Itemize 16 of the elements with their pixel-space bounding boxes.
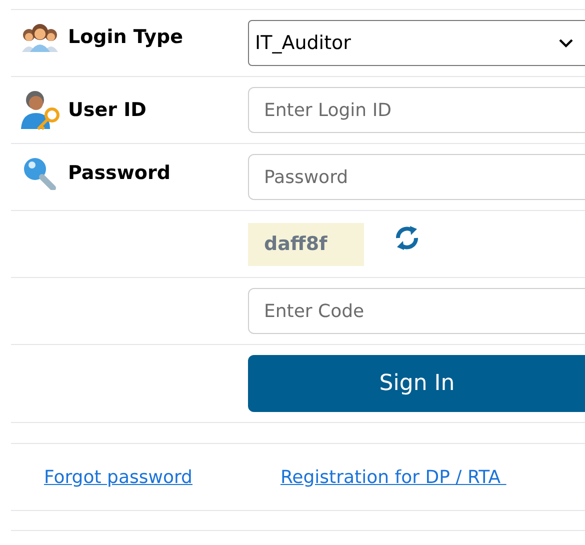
chevron-down-icon [559, 38, 573, 48]
field-label: Login Type [68, 24, 183, 50]
sign-in-button[interactable]: Sign In [248, 355, 585, 412]
field-label: User ID [68, 98, 146, 123]
login-type-select[interactable]: IT_Auditor [248, 20, 585, 66]
input-field[interactable]: Enter Login ID [248, 87, 585, 133]
refresh-icon[interactable] [394, 225, 420, 251]
user-key-icon [20, 89, 60, 131]
link[interactable]: Registration for DP / RTA [280, 464, 506, 490]
captcha-image: daff8f [248, 222, 364, 266]
field-label: Password [68, 160, 170, 186]
input-field[interactable]: Enter Code [248, 288, 585, 334]
key-icon [22, 156, 58, 190]
people-icon [20, 22, 60, 52]
link[interactable]: Forgot password [44, 464, 192, 490]
input-field[interactable]: Password [248, 154, 585, 200]
